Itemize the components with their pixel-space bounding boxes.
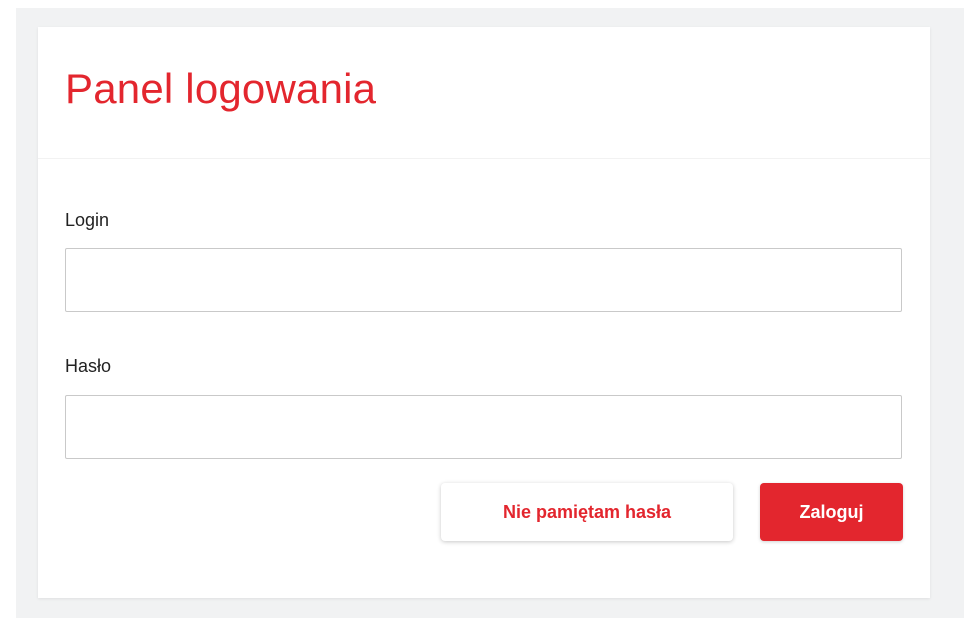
panel-title: Panel logowania — [65, 65, 377, 112]
login-input[interactable] — [65, 248, 902, 312]
login-button[interactable]: Zaloguj — [760, 483, 903, 541]
login-panel: Panel logowania Login Hasło Nie pamiętam… — [38, 27, 930, 598]
forgot-password-button[interactable]: Nie pamiętam hasła — [441, 483, 733, 541]
password-input[interactable] — [65, 395, 902, 459]
login-label: Login — [65, 210, 110, 230]
panel-header: Panel logowania — [38, 27, 930, 159]
password-label: Hasło — [65, 356, 112, 376]
